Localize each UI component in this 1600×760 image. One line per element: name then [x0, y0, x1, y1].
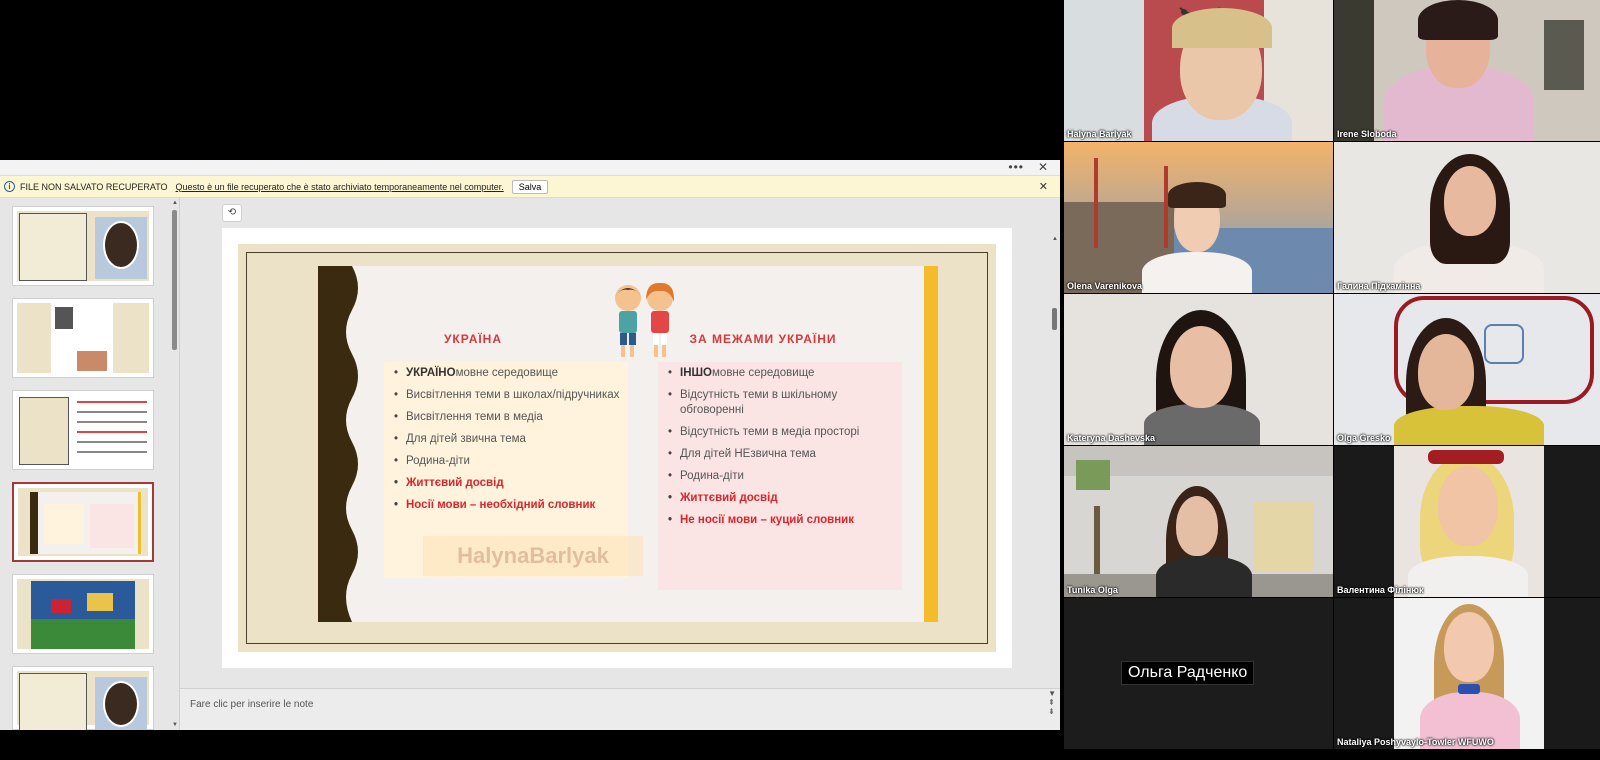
bullet-text: мовне середовище	[455, 367, 558, 379]
slide-thumbnail[interactable]	[12, 206, 154, 286]
window-topbar: ••• ✕	[0, 160, 1060, 176]
slide-navigation-arrows[interactable]: ▼ ⇞ ⇟	[1048, 689, 1056, 716]
scrollbar-thumb[interactable]	[172, 210, 177, 350]
participant-name: Olena Varenikova	[1067, 281, 1143, 291]
slide-thumbnail-selected[interactable]	[12, 482, 154, 562]
slide-thumbnail[interactable]	[12, 574, 154, 654]
slide-thumbnail[interactable]	[12, 666, 154, 730]
bullet-item: Висвітлення теми в школах/підручниках	[392, 388, 620, 403]
slide-vertical-scrollbar[interactable]: ▲	[1052, 236, 1058, 686]
participant-video-tile[interactable]: Halyna Barlyak	[1064, 0, 1333, 141]
bullet-text: Відсутність теми в медіа просторі	[680, 426, 860, 438]
bullet-item: Носії мови – необхідний словник	[392, 498, 620, 513]
scroll-down-icon[interactable]: ▼	[172, 722, 178, 728]
bullet-text: Родина-діти	[680, 470, 744, 482]
participant-video-tile[interactable]: Olena Varenikova	[1064, 142, 1333, 293]
bullet-item: Висвітлення теми в медіа	[392, 410, 620, 425]
participant-name: Olga Gresko	[1337, 433, 1391, 443]
save-button[interactable]: Salva	[511, 179, 549, 194]
participant-video-tile[interactable]: Tunika Olga	[1064, 446, 1333, 597]
recovered-file-infobar: i FILE NON SALVATO RECUPERATO Questo è u…	[0, 176, 1060, 198]
participant-name-placeholder: Ольга Радченко	[1121, 661, 1255, 685]
close-infobar-icon[interactable]: ✕	[1039, 180, 1048, 193]
scroll-up-icon[interactable]: ▲	[1052, 236, 1058, 242]
bullet-item: Життєвий досвід	[392, 476, 620, 491]
bullet-text: Висвітлення теми в школах/підручниках	[406, 389, 620, 401]
more-options-icon[interactable]: •••	[1008, 160, 1024, 174]
participant-video-tile[interactable]: Irene Sloboda	[1334, 0, 1600, 141]
participant-video-tile[interactable]: Nataliya Poshyvaylo-Towler WFUWO	[1334, 598, 1600, 749]
thumbnails-scrollbar[interactable]: ▲ ▼	[172, 200, 178, 728]
slide-thumbnails-pane: ▲ ▼	[0, 198, 180, 730]
current-slide: УКРАЇНА ЗА МЕЖАМИ УКРАЇНИ УКРАЇНОмовне с…	[238, 244, 996, 652]
slide-thumbnail[interactable]	[12, 390, 154, 470]
decorative-wave-shape	[318, 266, 358, 622]
infobar-title: FILE NON SALVATO RECUPERATO	[20, 181, 168, 192]
scrollbar-thumb[interactable]	[1052, 308, 1057, 330]
notes-pane[interactable]: Fare clic per inserire le note ▼ ⇞ ⇟	[180, 688, 1060, 730]
bullet-bold-part: ІНШО	[680, 367, 713, 379]
bullet-item: Для дітей звична тема	[392, 432, 620, 447]
bullet-text: Не носії мови – куций словник	[680, 514, 855, 526]
bullet-item: УКРАЇНОмовне середовище	[392, 366, 620, 381]
participant-name: Валентина Філінюк	[1337, 585, 1424, 595]
right-column-heading: ЗА МЕЖАМИ УКРАЇНИ	[689, 332, 837, 346]
participant-video-tile[interactable]: Kateryna Dashevska	[1064, 294, 1333, 445]
participant-video-tile[interactable]: Валентина Філінюк	[1334, 446, 1600, 597]
copilot-icon[interactable]: ⟲	[222, 204, 242, 222]
bullet-item: Родина-діти	[392, 454, 620, 469]
infobar-message-link[interactable]: Questo è un file recuperato che è stato …	[176, 182, 504, 192]
bullet-item: Відсутність теми в шкільному обговоренні	[666, 388, 894, 418]
bullet-text: мовне середовище	[712, 367, 815, 379]
participant-name: Irene Sloboda	[1337, 129, 1397, 139]
participant-video-tile[interactable]: Olga Gresko	[1334, 294, 1600, 445]
info-icon: i	[4, 181, 15, 192]
slide-thumbnail[interactable]	[12, 298, 154, 378]
bullet-item: Для дітей НЕзвична тема	[666, 447, 894, 462]
slide-canvas[interactable]: УКРАЇНА ЗА МЕЖАМИ УКРАЇНИ УКРАЇНОмовне с…	[222, 228, 1012, 668]
bullet-text: Життєвий досвід	[406, 477, 504, 489]
participant-name: Halyna Barlyak	[1067, 129, 1132, 139]
bullet-text: Відсутність теми в шкільному обговоренні	[680, 389, 838, 416]
bullet-item: ІНШОмовне середовище	[666, 366, 894, 381]
bullet-item: Відсутність теми в медіа просторі	[666, 425, 894, 440]
bullet-text: Носії мови – необхідний словник	[406, 499, 596, 511]
notes-placeholder: Fare clic per inserire le note	[190, 699, 314, 710]
close-window-icon[interactable]: ✕	[1038, 160, 1048, 174]
shared-screen-powerpoint: ••• ✕ i FILE NON SALVATO RECUPERATO Ques…	[0, 160, 1060, 730]
participant-name: Галина Підкамінна	[1337, 281, 1421, 291]
right-column-list-box: ІНШОмовне середовище Відсутність теми в ш…	[658, 362, 902, 590]
participant-name: Tunika Olga	[1067, 585, 1118, 595]
bullet-text: Життєвий досвід	[680, 492, 778, 504]
bullet-item: Родина-діти	[666, 469, 894, 484]
bullet-item: Не носії мови – куций словник	[666, 513, 894, 528]
bullet-item: Життєвий досвід	[666, 491, 894, 506]
slide-editing-area: ⟲ УКРАЇНА ЗА МЕЖАМИ УКРАЇНИ • УКРАЇНОмов…	[180, 198, 1060, 688]
bullet-text: Висвітлення теми в медіа	[406, 411, 543, 423]
scroll-up-icon[interactable]: ▲	[172, 200, 178, 206]
left-column-list: УКРАЇНОмовне середовище Висвітлення теми …	[392, 366, 620, 513]
bullet-text: Для дітей НЕзвична тема	[680, 448, 816, 460]
presenter-watermark: HalynaBarlyak	[423, 536, 643, 576]
bullet-bold-part: УКРАЇНО	[406, 367, 456, 379]
bullet-text: Родина-діти	[406, 455, 470, 467]
children-illustration	[615, 282, 675, 357]
bullet-text: Для дітей звична тема	[406, 433, 526, 445]
right-column-list: ІНШОмовне середовище Відсутність теми в ш…	[666, 366, 894, 528]
decorative-yellow-strip	[924, 266, 938, 622]
participant-name: Nataliya Poshyvaylo-Towler WFUWO	[1337, 737, 1494, 747]
left-column-heading: УКРАЇНА	[443, 332, 503, 346]
participant-video-tile[interactable]: Галина Підкамінна	[1334, 142, 1600, 293]
participant-name: Kateryna Dashevska	[1067, 433, 1156, 443]
screen: { "infobar": { "title": "FILE NON SALVAT…	[0, 0, 1600, 760]
